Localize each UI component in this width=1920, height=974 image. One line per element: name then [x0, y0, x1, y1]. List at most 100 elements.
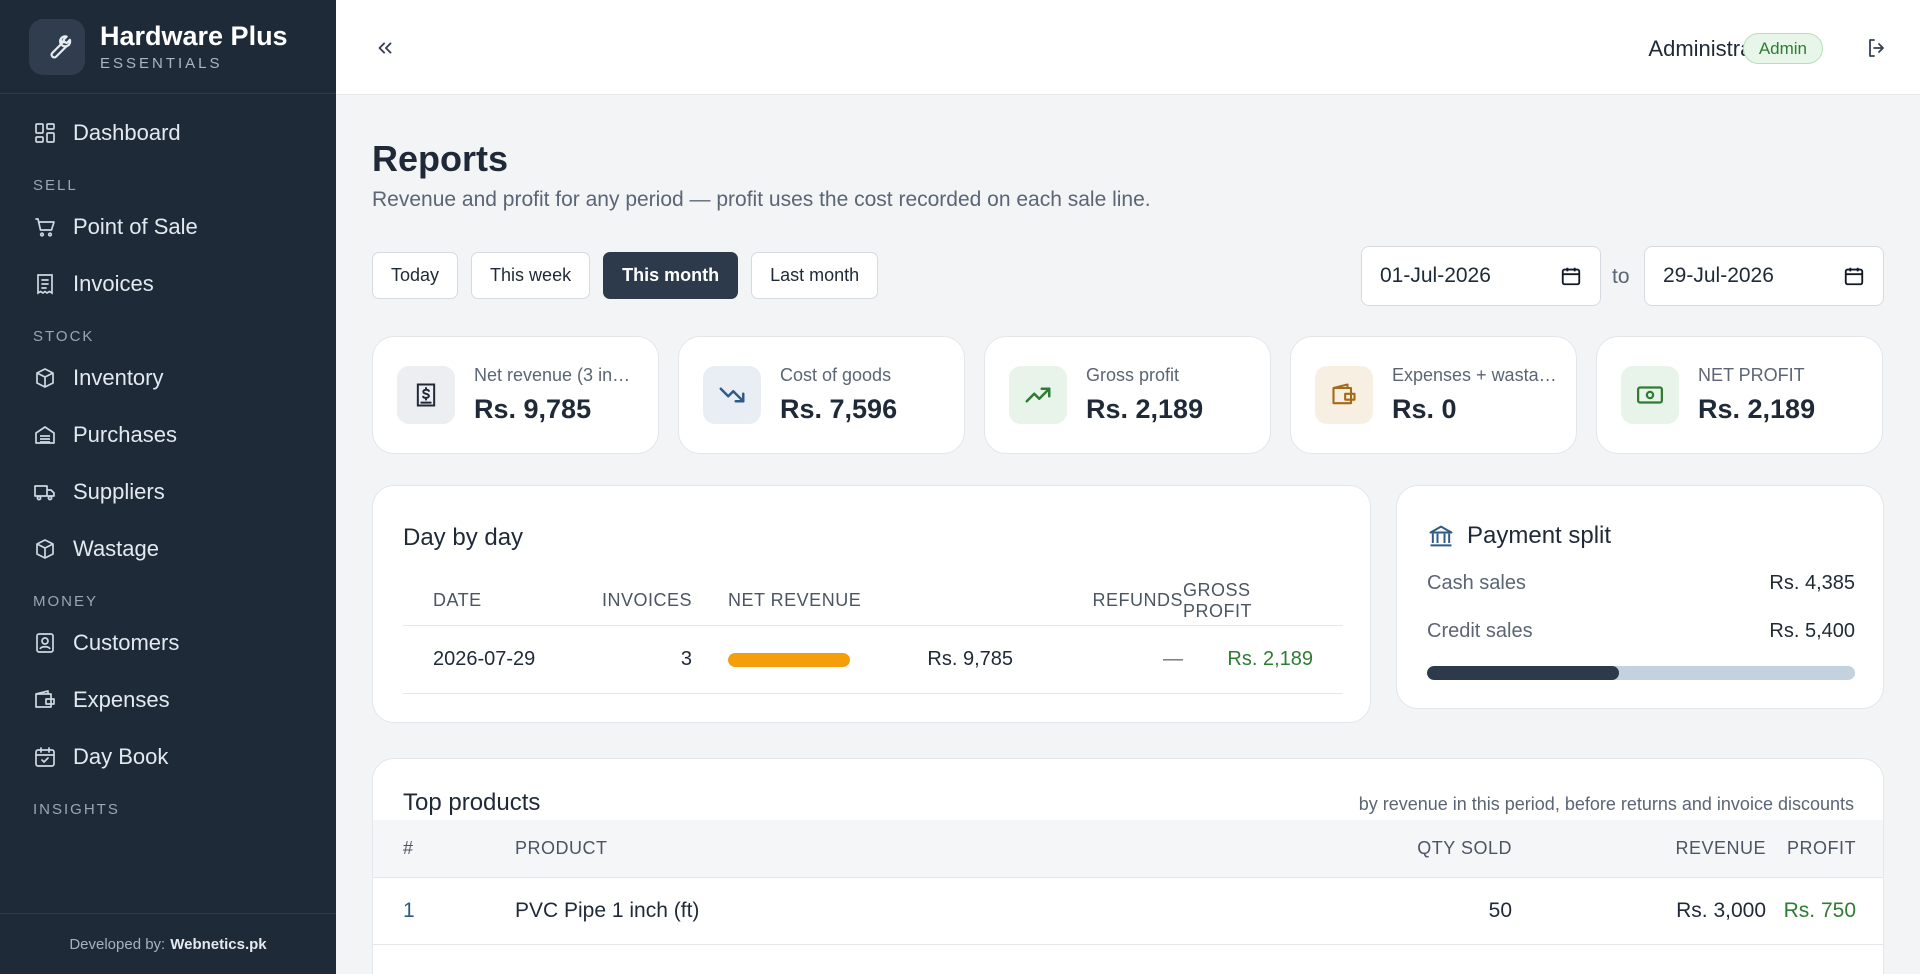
- receipt-icon: [37, 273, 53, 295]
- collapse-sidebar-button[interactable]: [370, 33, 400, 63]
- period-today-button[interactable]: Today: [372, 252, 459, 299]
- calendar-check-icon: [35, 746, 55, 767]
- date-from-input[interactable]: 01-Jul-2026: [1361, 246, 1601, 306]
- row-date: 2026-07-29: [433, 648, 536, 670]
- period-last-month-button[interactable]: Last month: [751, 252, 879, 299]
- cash-icon: [1621, 366, 1679, 424]
- sidebar-section-sell: SELL: [33, 177, 78, 194]
- calendar-icon: [1561, 267, 1581, 286]
- chevrons-left-icon: [378, 42, 392, 54]
- table-row[interactable]: 1 PVC Pipe 1 inch (ft) 50 Rs. 3,000 Rs. …: [373, 878, 1883, 945]
- top-products-title: Top products: [403, 789, 541, 816]
- trending-down-icon: [703, 366, 761, 424]
- calendar-icon: [1844, 267, 1864, 286]
- box-icon: [36, 367, 54, 388]
- sidebar-item-label: Purchases: [73, 421, 177, 447]
- trending-up-icon: [1009, 366, 1067, 424]
- sidebar-item-point-of-sale[interactable]: Point of Sale: [0, 198, 336, 255]
- invoice-dollar-icon: [397, 366, 455, 424]
- date-to-value: 29-Jul-2026: [1663, 264, 1774, 287]
- sidebar-item-customers[interactable]: Customers: [0, 614, 336, 671]
- payment-split-header: Payment split: [1427, 522, 1611, 550]
- wrench-icon: [29, 18, 85, 75]
- col-gross-profit: GROSS PROFIT: [1183, 579, 1252, 621]
- period-this-week-button[interactable]: This week: [471, 252, 591, 299]
- row-net-revenue: Rs. 9,785: [927, 648, 1013, 670]
- kpi-label: Cost of goods: [780, 365, 892, 385]
- top-products-note: by revenue in this period, before return…: [1358, 794, 1854, 814]
- sidebar-item-day-book[interactable]: Day Book: [0, 728, 336, 785]
- sidebar-item-label: Point of Sale: [73, 213, 198, 239]
- col-product: PRODUCT: [515, 838, 608, 858]
- col-profit: PROFIT: [1787, 838, 1856, 858]
- row-profit: Rs. 750: [1783, 899, 1856, 922]
- kpi-net-revenue: Net revenue (3 invoices) Rs. 9,785: [372, 336, 659, 454]
- period-this-month-button[interactable]: This month: [603, 252, 739, 299]
- kpi-row: Net revenue (3 invoices) Rs. 9,785 Cost …: [372, 336, 1883, 454]
- sidebar-item-label: Expenses: [73, 686, 170, 712]
- logout-button[interactable]: [1862, 33, 1892, 63]
- revenue-bar-fill: [728, 652, 850, 667]
- sidebar-item-inventory[interactable]: Inventory: [0, 349, 336, 406]
- cash-sales-row: Cash sales Rs. 4,385: [1427, 572, 1855, 595]
- table-header: # PRODUCT QTY SOLD REVENUE PROFIT: [373, 820, 1883, 878]
- sidebar-item-invoices[interactable]: Invoices: [0, 255, 336, 312]
- payment-split-bar: [1427, 666, 1855, 680]
- table-row[interactable]: 2026-07-29 3 Rs. 9,785 — Rs. 2,189: [403, 626, 1343, 694]
- sidebar-item-label: Day Book: [73, 743, 169, 769]
- period-selector: Today This week This month Last month: [372, 252, 879, 299]
- table-header: DATE INVOICES NET REVENUE REFUNDS GROSS …: [403, 576, 1343, 626]
- contact-icon: [36, 632, 54, 653]
- truck-icon: [34, 484, 55, 500]
- kpi-cost-of-goods: Cost of goods Rs. 7,596: [678, 336, 965, 454]
- col-qty-sold: QTY SOLD: [1417, 838, 1512, 858]
- sidebar-item-label: Inventory: [73, 364, 164, 390]
- brand-name: Hardware Plus: [100, 21, 288, 51]
- sidebar-item-wastage[interactable]: Wastage: [0, 520, 336, 577]
- row-rank: 1: [403, 899, 415, 922]
- kpi-value: Rs. 7,596: [780, 394, 898, 424]
- col-net-revenue: NET REVENUE: [728, 590, 862, 610]
- date-from-value: 01-Jul-2026: [1380, 264, 1491, 287]
- col-invoices: INVOICES: [601, 590, 692, 610]
- kpi-label: Expenses + wastage: [1392, 365, 1557, 385]
- kpi-value: Rs. 0: [1392, 394, 1457, 424]
- kpi-expenses-wastage: Expenses + wastage Rs. 0: [1290, 336, 1577, 454]
- cash-share-fill: [1427, 666, 1619, 680]
- cash-sales-value: Rs. 4,385: [1769, 572, 1855, 594]
- cart-icon: [35, 217, 55, 237]
- row-gross-profit: Rs. 2,189: [1227, 648, 1313, 670]
- wallet-icon: [1315, 366, 1373, 424]
- sidebar-section-money: MONEY: [33, 593, 99, 610]
- date-to-input[interactable]: 29-Jul-2026: [1644, 246, 1884, 306]
- row-invoices: 3: [680, 648, 692, 670]
- sidebar-footer: Developed by: Webnetics.pk: [0, 913, 336, 974]
- sidebar-item-label: Invoices: [73, 270, 154, 296]
- kpi-value: Rs. 2,189: [1086, 394, 1204, 424]
- col-revenue: REVENUE: [1675, 838, 1766, 858]
- row-product: PVC Pipe 1 inch (ft): [515, 899, 700, 922]
- sidebar-item-expenses[interactable]: Expenses: [0, 671, 336, 728]
- role-badge: Admin: [1742, 33, 1823, 64]
- sidebar-item-dashboard[interactable]: Dashboard: [0, 104, 336, 161]
- col-rank: #: [403, 838, 414, 858]
- sidebar-item-label: Wastage: [73, 535, 160, 561]
- kpi-label: NET PROFIT: [1698, 365, 1805, 385]
- sidebar-item-label: Customers: [73, 629, 180, 655]
- sidebar-item-suppliers[interactable]: Suppliers: [0, 463, 336, 520]
- credit-sales-row: Credit sales Rs. 5,400: [1427, 620, 1855, 643]
- sidebar-item-purchases[interactable]: Purchases: [0, 406, 336, 463]
- day-by-day-card: Day by day DATE INVOICES NET REVENUE REF…: [372, 485, 1371, 723]
- payment-split-title: Payment split: [1467, 522, 1612, 549]
- brand[interactable]: Hardware Plus ESSENTIALS: [0, 0, 336, 94]
- footer-company[interactable]: Webnetics.pk: [170, 936, 266, 953]
- sidebar-item-label: Dashboard: [73, 119, 181, 145]
- sidebar-section-insights: INSIGHTS: [33, 801, 120, 818]
- footer-label: Developed by:: [69, 935, 166, 953]
- sidebar: Hardware Plus ESSENTIALS Dashboard SELL …: [0, 0, 336, 974]
- credit-sales-value: Rs. 5,400: [1769, 620, 1855, 642]
- sidebar-item-label: Suppliers: [73, 478, 165, 504]
- table-row[interactable]: [373, 945, 1883, 974]
- building-icon: [35, 425, 55, 444]
- col-date: DATE: [433, 590, 482, 610]
